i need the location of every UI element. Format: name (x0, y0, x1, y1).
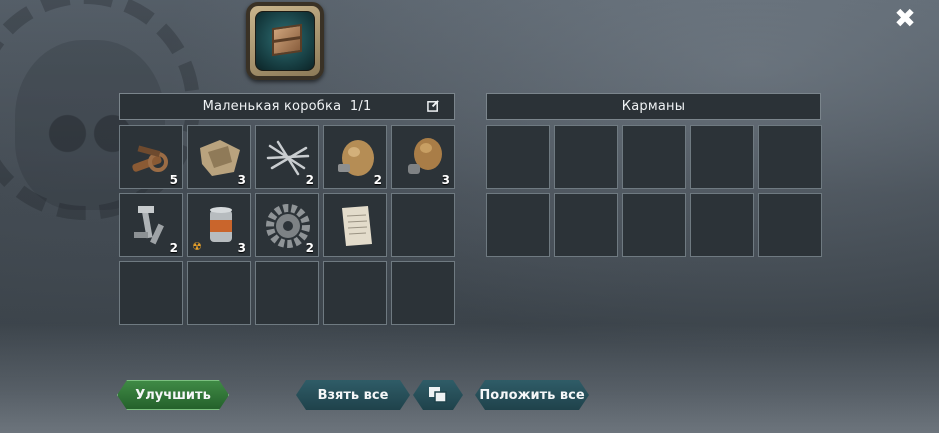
inventory-slot[interactable] (391, 261, 455, 325)
inventory-slot[interactable]: 2 (255, 193, 319, 257)
edit-icon[interactable] (427, 99, 440, 112)
container-title: Маленькая коробка 1/1 (202, 99, 372, 114)
put-all-button[interactable]: Положить все (475, 380, 589, 410)
put-all-button-label: Положить все (479, 387, 585, 403)
pocket-slot[interactable] (622, 125, 686, 189)
inventory-slot[interactable]: 2 (323, 125, 387, 189)
inventory-slot[interactable]: 2 (255, 125, 319, 189)
inventory-slot[interactable]: 5 (119, 125, 183, 189)
swap-button[interactable] (413, 380, 463, 410)
item-quantity: 3 (441, 173, 450, 187)
container-header: Маленькая коробка 1/1 (119, 93, 455, 120)
pockets-title: Карманы (621, 99, 686, 114)
pocket-slot[interactable] (758, 125, 822, 189)
inventory-slot[interactable] (323, 193, 387, 257)
pockets-header: Карманы (486, 93, 821, 120)
inventory-slot[interactable] (187, 261, 251, 325)
inventory-slot[interactable] (119, 261, 183, 325)
inventory-slot[interactable]: 3 (391, 125, 455, 189)
inventory-slot[interactable]: ☢ 3 (187, 193, 251, 257)
item-quantity: 2 (373, 173, 382, 187)
pocket-slot[interactable] (690, 125, 754, 189)
item-quantity: 3 (237, 173, 246, 187)
background-fog (0, 323, 939, 433)
pocket-slot[interactable] (486, 125, 550, 189)
pockets-grid (486, 125, 822, 257)
pocket-slot[interactable] (622, 193, 686, 257)
inventory-slot[interactable] (323, 261, 387, 325)
pocket-slot[interactable] (690, 193, 754, 257)
close-icon[interactable]: ✖ (893, 6, 917, 32)
paper-icon (342, 206, 372, 246)
item-quantity: 2 (305, 173, 314, 187)
stack-swap-icon (428, 386, 448, 404)
take-all-button[interactable]: Взять все (296, 380, 410, 410)
item-quantity: 5 (169, 173, 178, 187)
inventory-slot[interactable]: 3 (187, 125, 251, 189)
pocket-slot[interactable] (758, 193, 822, 257)
inventory-slot[interactable] (255, 261, 319, 325)
item-quantity: 3 (237, 241, 246, 255)
item-quantity: 2 (305, 241, 314, 255)
inventory-slot[interactable] (391, 193, 455, 257)
item-quantity: 2 (169, 241, 178, 255)
upgrade-button-label: Улучшить (135, 387, 211, 403)
pocket-slot[interactable] (554, 125, 618, 189)
take-all-button-label: Взять все (317, 387, 389, 403)
wooden-crate-icon (246, 2, 324, 80)
container-grid: 5 3 2 2 3 2 ☢ 3 2 (119, 125, 455, 325)
radiation-icon: ☢ (192, 240, 202, 253)
pocket-slot[interactable] (486, 193, 550, 257)
inventory-slot[interactable]: 2 (119, 193, 183, 257)
pocket-slot[interactable] (554, 193, 618, 257)
upgrade-button[interactable]: Улучшить (117, 380, 229, 410)
